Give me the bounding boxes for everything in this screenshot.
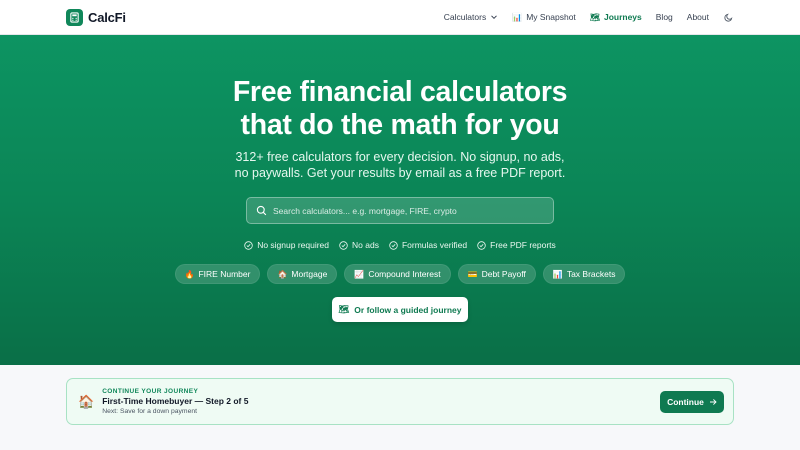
feature-item: No signup required — [244, 240, 329, 250]
chip-label: Mortgage — [291, 269, 328, 279]
nav-journeys-label: Journeys — [603, 12, 642, 22]
hero-title-line-2: that do the math for you — [240, 109, 560, 141]
check-circle-icon — [339, 240, 348, 250]
feature-item: No ads — [339, 240, 379, 250]
brand[interactable]: CalcFi — [66, 8, 126, 26]
hero-title: Free financial calculators that do the m… — [0, 76, 800, 142]
house-icon: 🏠 — [78, 393, 95, 409]
feature-label: Formulas verified — [401, 240, 468, 250]
hero-subtitle: 312+ free calculators for every decision… — [234, 150, 566, 180]
brand-name: CalcFi — [88, 9, 126, 25]
top-navbar: CalcFi Calculators 📊 My Snapshot 🗺 Journ… — [0, 0, 800, 35]
feature-list: No signup required No ads Formulas verif… — [0, 240, 800, 250]
popular-calculators: 🔥 FIRE Number 🏠 Mortgage 📈 Compound Inte… — [0, 264, 800, 284]
hero-section: Free financial calculators that do the m… — [0, 35, 800, 365]
fire-icon: 🔥 — [184, 269, 195, 279]
chip-label: Compound Interest — [368, 269, 441, 279]
feature-label: No signup required — [257, 240, 330, 250]
chart-increasing-icon: 📈 — [354, 269, 365, 279]
chip-debt-payoff[interactable]: 💳 Debt Payoff — [457, 264, 536, 284]
nav-about[interactable]: About — [680, 12, 716, 22]
calculator-search[interactable] — [246, 197, 554, 224]
journey-step-title: First-Time Homebuyer — Step 2 of 5 — [102, 396, 249, 406]
bar-chart-icon: 📊 — [512, 12, 523, 22]
chip-tax-brackets[interactable]: 📊 Tax Brackets — [542, 264, 626, 284]
feature-label: Free PDF reports — [490, 240, 556, 250]
moon-icon — [724, 13, 733, 22]
nav-blog-label: Blog — [655, 12, 673, 22]
search-input[interactable] — [273, 205, 553, 216]
main-nav: Calculators 📊 My Snapshot 🗺 Journeys Blo… — [437, 12, 734, 22]
credit-card-icon: 💳 — [467, 269, 478, 279]
chip-compound-interest[interactable]: 📈 Compound Interest — [344, 264, 451, 284]
check-circle-icon — [389, 240, 398, 250]
continue-card-text: CONTINUE YOUR JOURNEY First-Time Homebuy… — [102, 387, 248, 416]
hero-title-line-1: Free financial calculators — [232, 76, 568, 108]
feature-label: No ads — [352, 240, 379, 250]
nav-calculators-label: Calculators — [443, 12, 487, 22]
house-icon: 🏠 — [277, 269, 288, 279]
bar-chart-icon: 📊 — [552, 269, 563, 279]
chip-label: FIRE Number — [198, 269, 251, 279]
continue-button-label: Continue — [667, 397, 704, 407]
continue-button[interactable]: Continue — [660, 391, 724, 413]
nav-blog[interactable]: Blog — [649, 12, 680, 22]
continue-kicker: CONTINUE YOUR JOURNEY — [102, 388, 199, 395]
feature-item: Formulas verified — [389, 240, 467, 250]
next-step-text: Next: Save for a down payment — [102, 408, 198, 415]
chip-label: Debt Payoff — [481, 269, 526, 279]
continue-section: 🏠 CONTINUE YOUR JOURNEY First-Time Homeb… — [0, 365, 800, 450]
search-icon — [256, 205, 267, 216]
arrow-right-icon — [709, 399, 717, 405]
chip-mortgage[interactable]: 🏠 Mortgage — [267, 264, 338, 284]
map-icon: 🗺 — [589, 12, 600, 22]
feature-item: Free PDF reports — [477, 240, 556, 250]
nav-about-label: About — [686, 12, 709, 22]
chip-label: Tax Brackets — [566, 269, 616, 279]
nav-calculators[interactable]: Calculators — [437, 12, 506, 22]
chip-fire-number[interactable]: 🔥 FIRE Number — [174, 264, 261, 284]
map-icon: 🗺 — [338, 304, 350, 314]
nav-my-snapshot[interactable]: 📊 My Snapshot — [505, 12, 583, 22]
guided-journey-button[interactable]: 🗺 Or follow a guided journey — [332, 297, 468, 322]
calculator-logo-icon — [66, 8, 83, 26]
chevron-down-icon — [491, 15, 498, 20]
check-circle-icon — [244, 240, 253, 250]
guided-journey-label: Or follow a guided journey — [354, 304, 462, 315]
check-circle-icon — [477, 240, 486, 250]
continue-journey-card: 🏠 CONTINUE YOUR JOURNEY First-Time Homeb… — [66, 378, 734, 425]
theme-toggle-button[interactable] — [724, 12, 734, 22]
nav-journeys[interactable]: 🗺 Journeys — [583, 12, 649, 22]
nav-my-snapshot-label: My Snapshot — [526, 12, 576, 22]
